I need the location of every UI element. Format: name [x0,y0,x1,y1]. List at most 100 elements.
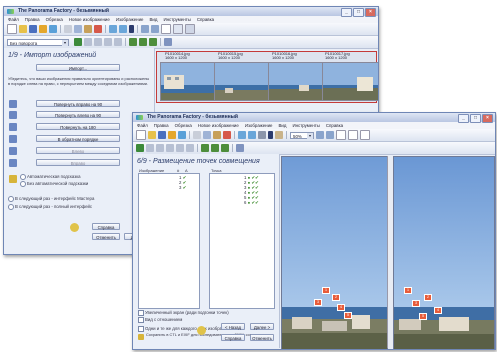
menu-view[interactable]: Вид [278,122,286,129]
control-point-marker[interactable]: 5 [344,312,352,319]
rotate-180-button[interactable]: Повернуть на 180 [36,123,120,130]
expert-mode-option[interactable]: В следующий раз - полный интерфейс [8,204,92,210]
menu-image[interactable]: Изображение [245,122,273,129]
export-icon[interactable] [49,25,57,33]
help-icon[interactable] [70,223,79,232]
radio-icon[interactable] [8,196,14,202]
delete-icon[interactable] [223,131,231,139]
print-icon[interactable] [236,144,244,152]
zoom-screen-option[interactable]: Увеличенный экран (ради подгонки точек) [138,310,229,316]
rotate-left-button[interactable]: Повернуть влево на 90 [36,111,120,118]
save-icon[interactable] [158,131,166,139]
settings-icon[interactable] [164,38,172,46]
back-step-icon[interactable] [129,38,137,46]
crop-icon[interactable] [176,144,184,152]
menu-image[interactable]: Изображение [116,16,144,23]
pointer-icon[interactable] [129,25,134,33]
redo-icon[interactable] [119,25,127,33]
crop-icon[interactable] [114,38,122,46]
points-list[interactable]: 1 ● ✔✔ 2 ● ✔✔ 3 ● ✔✔ 4 ● ✔✔ 5 ● ✔✔ 6 ● ✔… [209,173,275,309]
grid-icon[interactable] [173,24,183,34]
play-icon[interactable] [139,38,147,46]
import-icon[interactable] [39,25,47,33]
auto-hint-option[interactable]: Автоматическая подсказка [20,174,81,180]
point-row[interactable]: 6 ● ✔✔ [244,200,259,205]
copy-icon[interactable] [203,131,211,139]
image-row[interactable]: 3 ✔ [179,185,186,190]
control-point-marker[interactable]: 3 [314,299,322,306]
back-button[interactable]: < Назад [221,323,245,330]
checkbox-icon[interactable] [138,310,144,316]
undo-icon[interactable] [238,131,246,139]
warp-icon[interactable] [94,38,102,46]
checkbox-icon[interactable] [138,326,144,332]
menu-help[interactable]: Справка [197,16,214,23]
rotate-right-button[interactable]: Повернуть вправо на 90 [36,100,120,107]
zoom-out-icon[interactable] [151,25,159,33]
menu-edit[interactable]: Правка [25,16,40,23]
control-point-marker[interactable]: 2 [424,294,432,301]
help-icon[interactable] [197,326,206,335]
menu-view[interactable]: Вид [149,16,157,23]
rotate-select[interactable]: Без поворота ▾ [7,38,69,46]
menu-file[interactable]: Файл [137,122,148,129]
single-view-icon[interactable] [360,130,370,140]
delete-icon[interactable] [94,25,102,33]
chevron-down-icon[interactable]: ▾ [62,39,68,46]
new-icon[interactable] [136,130,146,140]
photo-thumbnail[interactable] [160,62,217,101]
images-list[interactable]: 1 ✔ 2 ✔ 3 ✔ [138,173,200,309]
undo-icon[interactable] [109,25,117,33]
menu-crop[interactable]: Обрезка [46,16,63,23]
move-right-button[interactable]: Вправо [36,159,120,166]
align-icon[interactable] [84,38,92,46]
help-button[interactable]: Справка [221,334,245,341]
menu-help[interactable]: Справка [326,122,343,129]
menu-tools[interactable]: Инструменты [163,16,190,23]
control-point-marker[interactable]: 5 [419,313,427,320]
back-title-bar[interactable]: The Panorama Factory - безымянный _ □ × [4,7,378,17]
next-button[interactable]: Далее > [250,323,274,330]
radio-icon[interactable] [20,181,26,187]
pointer-icon[interactable] [268,131,273,139]
minimize-icon[interactable]: _ [458,114,469,123]
align-icon[interactable] [146,144,154,152]
reverse-order-button[interactable]: В обратном порядке [36,135,120,142]
wizard-icon[interactable] [74,38,82,46]
redo-icon[interactable] [248,131,256,139]
export-icon[interactable] [178,131,186,139]
control-point-marker[interactable]: 3 [412,300,420,307]
cut-icon[interactable] [193,131,201,139]
close-icon[interactable]: × [482,114,493,123]
warp-icon[interactable] [156,144,164,152]
hand-icon[interactable] [275,131,283,139]
checkbox-icon[interactable] [138,317,144,323]
menu-edit[interactable]: Правка [154,122,169,129]
close-icon[interactable]: × [365,8,376,17]
zoom-out-icon[interactable] [326,131,334,139]
menu-tools[interactable]: Инструменты [292,122,319,129]
back-step-icon[interactable] [201,144,209,152]
front-title-bar[interactable]: The Panorama Factory - безымянный _ □ × [133,113,495,123]
fit-icon[interactable] [161,24,171,34]
import-button[interactable]: Импорт... [36,64,120,71]
photo-thumbnail[interactable] [322,62,378,101]
fit-icon[interactable] [336,130,346,140]
paste-icon[interactable] [84,25,92,33]
cancel-button[interactable]: Отменить [92,233,120,240]
settings-icon[interactable] [258,131,266,139]
control-point-marker[interactable]: 4 [337,304,345,311]
blend-icon[interactable] [166,144,174,152]
menu-file[interactable]: Файл [8,16,19,23]
save-icon[interactable] [29,25,37,33]
control-point-marker[interactable]: 1 [322,287,330,294]
paste-icon[interactable] [213,131,221,139]
blend-icon[interactable] [104,38,112,46]
left-image-pane[interactable]: 1 2 3 4 5 [281,156,388,349]
maximize-icon[interactable]: □ [470,114,481,123]
zoom-in-icon[interactable] [141,25,149,33]
zoom-in-icon[interactable] [316,131,324,139]
maximize-icon[interactable]: □ [353,8,364,17]
zoom-select[interactable]: 50% ▾ [290,131,314,139]
minimize-icon[interactable]: _ [341,8,352,17]
